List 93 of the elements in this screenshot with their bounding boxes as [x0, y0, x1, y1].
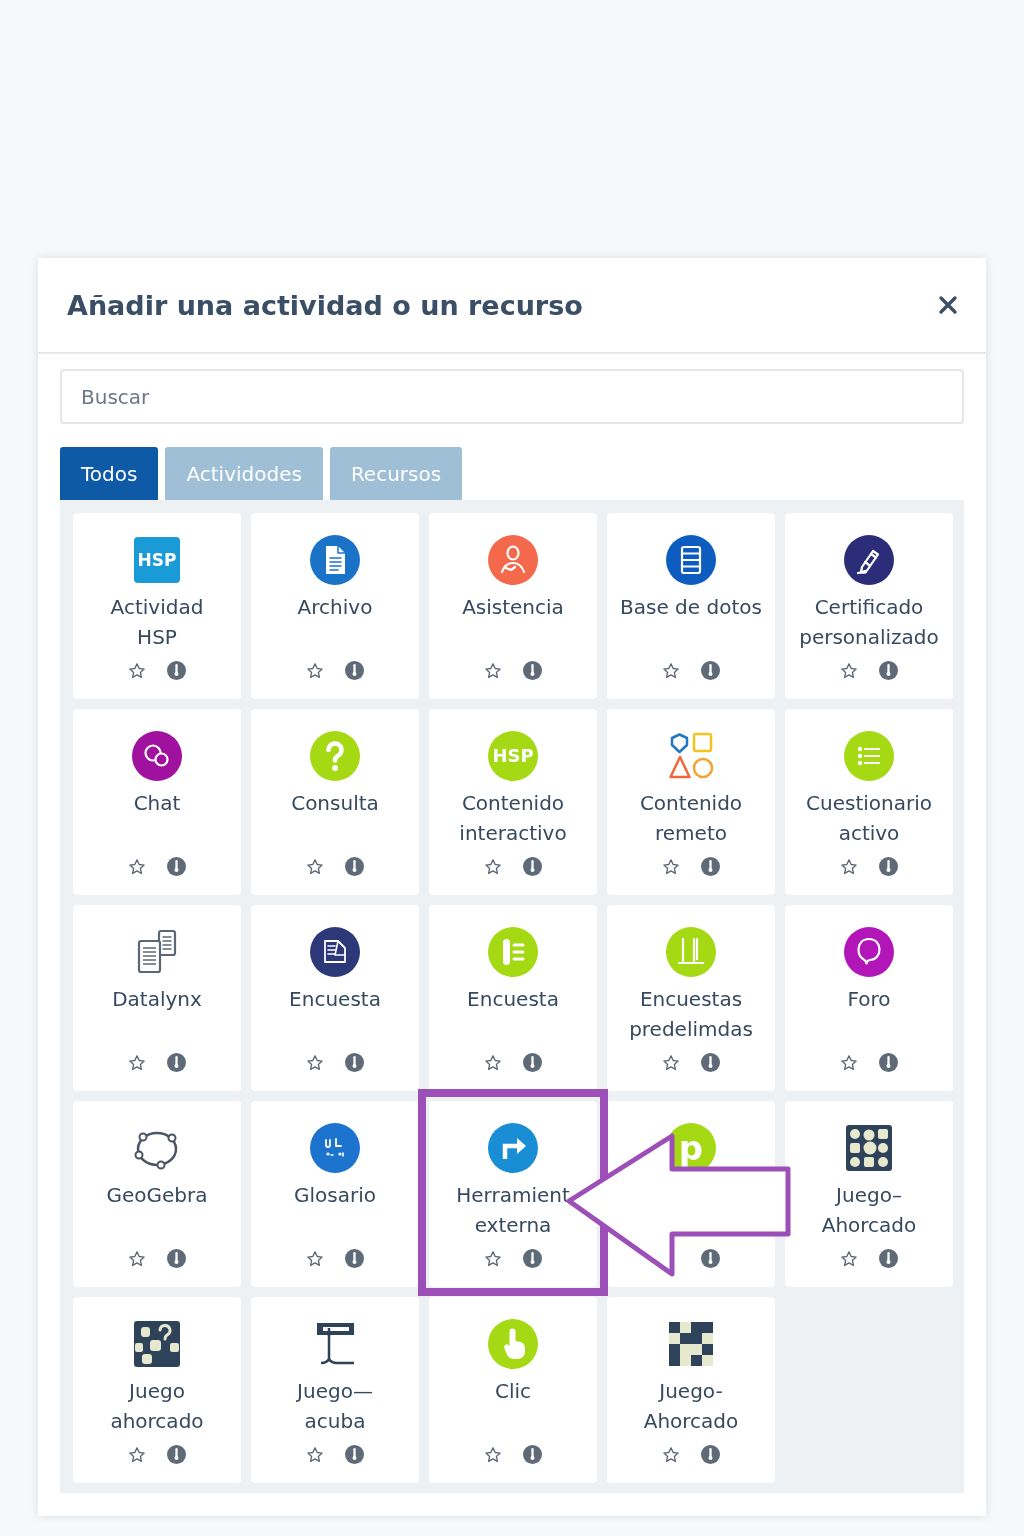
dialog-title: Añadir una actividad o un recurso: [67, 289, 583, 321]
star-icon[interactable]: [662, 1053, 680, 1072]
info-icon[interactable]: [523, 1445, 542, 1464]
activity-name[interactable]: Juego ahorcado: [110, 1376, 204, 1436]
info-icon[interactable]: [167, 1249, 186, 1268]
star-icon[interactable]: [840, 1249, 858, 1268]
activity-name[interactable]: Encuesta: [289, 984, 381, 1014]
info-icon[interactable]: [701, 1445, 720, 1464]
star-icon[interactable]: [840, 661, 858, 680]
hand-icon: [488, 1319, 538, 1369]
activity-name[interactable]: Cuestionario activo: [806, 788, 932, 848]
star-icon[interactable]: [128, 857, 146, 876]
activity-name[interactable]: Encuesta: [467, 984, 559, 1014]
star-icon[interactable]: [840, 1053, 858, 1072]
activity-name[interactable]: Juego- Ahorcado: [643, 1376, 739, 1436]
activity-name[interactable]: Juego— acuba: [297, 1376, 373, 1436]
logo-badge: HSP: [488, 731, 538, 781]
activity-name[interactable]: Herramient externa: [456, 1180, 570, 1240]
info-icon[interactable]: [345, 1053, 364, 1072]
puzzle-icon: [132, 1319, 182, 1369]
activity-name[interactable]: Chat: [133, 788, 181, 818]
info-icon[interactable]: [701, 1053, 720, 1072]
chart-icon: [666, 927, 716, 977]
star-icon[interactable]: [128, 1249, 146, 1268]
database-icon: [666, 535, 716, 585]
info-icon[interactable]: [701, 661, 720, 680]
question-icon: [310, 731, 360, 781]
info-icon[interactable]: [167, 1445, 186, 1464]
info-icon[interactable]: [523, 857, 542, 876]
activity-name[interactable]: Glosario: [294, 1180, 376, 1210]
activity-name[interactable]: Clic: [494, 1376, 532, 1406]
star-icon[interactable]: [484, 661, 502, 680]
checkerboard-icon: [666, 1319, 716, 1369]
star-icon[interactable]: [306, 1445, 324, 1464]
activity-name[interactable]: Datalynx: [112, 984, 202, 1014]
info-icon[interactable]: [701, 1249, 720, 1268]
activity-name[interactable]: GeoGebra: [106, 1180, 208, 1210]
tab[interactable]: Todos: [60, 447, 159, 500]
survey-icon: [310, 927, 360, 977]
star-icon[interactable]: [662, 857, 680, 876]
close-icon[interactable]: [938, 295, 958, 315]
info-icon[interactable]: [523, 1053, 542, 1072]
star-icon[interactable]: [484, 857, 502, 876]
puzzle-grid-icon: [844, 1123, 894, 1173]
activity-name[interactable]: Encuestas predelimdas: [629, 984, 753, 1044]
activity-name[interactable]: Contenido interactivo: [459, 788, 567, 848]
activity-name[interactable]: Consulta: [291, 788, 379, 818]
activity-name[interactable]: Base de dotos: [620, 592, 762, 622]
info-icon[interactable]: [167, 857, 186, 876]
star-icon[interactable]: [128, 1445, 146, 1464]
pen-icon: [844, 535, 894, 585]
info-icon[interactable]: [701, 857, 720, 876]
info-icon[interactable]: [345, 661, 364, 680]
shapes-icon: [666, 731, 716, 781]
star-icon[interactable]: [840, 857, 858, 876]
info-icon[interactable]: [345, 1249, 364, 1268]
info-icon[interactable]: [523, 661, 542, 680]
glossary-icon: [310, 1123, 360, 1173]
info-icon[interactable]: [167, 1053, 186, 1072]
activity-name[interactable]: Archivo: [297, 592, 373, 622]
star-icon[interactable]: [306, 857, 324, 876]
activity-name[interactable]: Certificado personalizado: [799, 592, 939, 652]
info-icon[interactable]: [879, 857, 898, 876]
star-icon[interactable]: [306, 1053, 324, 1072]
activity-name[interactable]: Contenido remeto: [639, 788, 743, 848]
star-icon[interactable]: [662, 661, 680, 680]
list-icon: [844, 731, 894, 781]
star-icon[interactable]: [484, 1053, 502, 1072]
activity-name[interactable]: Foro: [847, 984, 891, 1014]
document-icon: [310, 535, 360, 585]
info-icon[interactable]: [879, 1053, 898, 1072]
star-icon[interactable]: [306, 661, 324, 680]
info-icon[interactable]: [523, 1249, 542, 1268]
activity-name[interactable]: Asistencia: [462, 592, 564, 622]
star-icon[interactable]: [306, 1249, 324, 1268]
logo-tile: HSP: [134, 537, 180, 583]
person-icon: [488, 535, 538, 585]
speech-bubble-icon: [844, 927, 894, 977]
checklist-icon: [488, 927, 538, 977]
star-icon[interactable]: [128, 1053, 146, 1072]
info-icon[interactable]: [345, 857, 364, 876]
info-icon[interactable]: [879, 1249, 898, 1268]
search-field[interactable]: Buscar: [60, 369, 964, 424]
info-icon[interactable]: [879, 661, 898, 680]
chat-icon: [132, 731, 182, 781]
activity-name[interactable]: Juego– Ahorcado: [821, 1180, 917, 1240]
star-icon[interactable]: [484, 1445, 502, 1464]
activity-name[interactable]: Actividad HSP: [110, 592, 204, 652]
star-icon[interactable]: [662, 1445, 680, 1464]
info-icon[interactable]: [345, 1445, 364, 1464]
info-icon[interactable]: [167, 661, 186, 680]
star-icon[interactable]: [484, 1249, 502, 1268]
star-icon[interactable]: [128, 661, 146, 680]
